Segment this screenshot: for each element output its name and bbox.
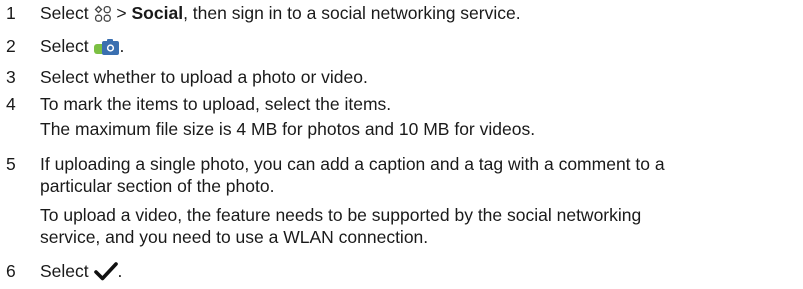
step-text-line: particular section of the photo. (40, 176, 275, 196)
checkmark-icon (93, 261, 118, 286)
menu-separator: > (116, 3, 127, 23)
step-number: 3 (6, 67, 16, 87)
step-text-rest: , then sign in to a social networking se… (183, 3, 521, 23)
step-select-word: Select (40, 3, 89, 23)
step-number: 5 (6, 154, 16, 174)
step-text-line: If uploading a single photo, you can add… (40, 154, 665, 174)
step-select-word: Select (40, 261, 89, 281)
step-text: Select . (40, 260, 122, 286)
step-text: Select . (40, 35, 124, 61)
step-text-rest: . (117, 261, 123, 281)
step-text: Select > Social, then sign in to a socia… (40, 2, 521, 28)
step-text-rest: . (119, 36, 125, 56)
step-text: To mark the items to upload, select the … (40, 94, 392, 114)
instruction-list: 1 Select > Social, then sign in to a soc… (0, 0, 803, 289)
step-note-line: service, and you need to use a WLAN conn… (40, 227, 429, 247)
step-number: 2 (6, 36, 16, 56)
step-number: 4 (6, 94, 16, 114)
menu-grid-icon (94, 5, 112, 28)
camera-upload-icon (93, 38, 120, 61)
step-note: The maximum file size is 4 MB for photos… (40, 119, 536, 139)
step-text: Select whether to upload a photo or vide… (40, 67, 368, 87)
step-number: 1 (6, 3, 16, 23)
step-note-line: To upload a video, the feature needs to … (40, 205, 642, 225)
menu-item-social: Social (131, 3, 184, 23)
step-number: 6 (6, 261, 16, 281)
step-select-word: Select (40, 36, 89, 56)
